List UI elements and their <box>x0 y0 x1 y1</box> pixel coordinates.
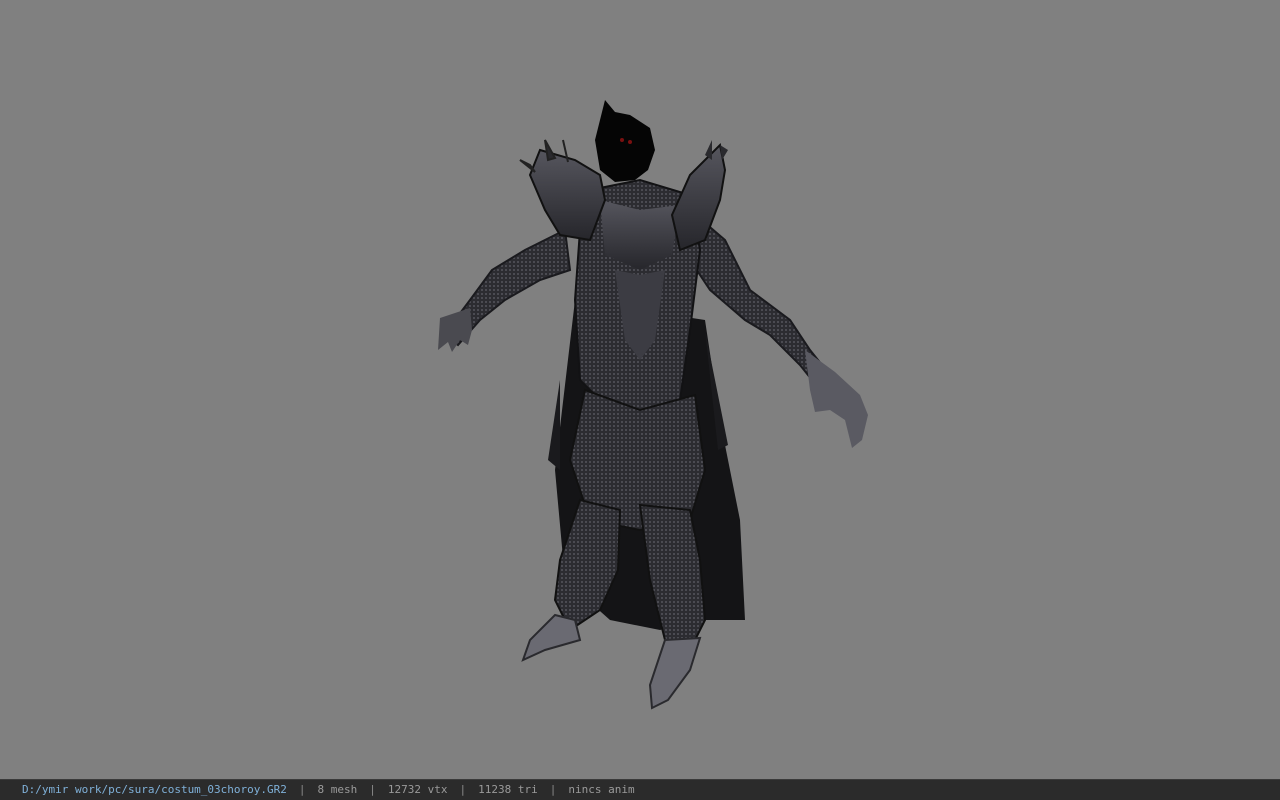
animation-status-label: nincs anim <box>568 783 635 796</box>
3d-viewport[interactable] <box>0 0 1280 779</box>
status-separator: | <box>549 783 557 796</box>
file-path-label: D:/ymir work/pc/sura/costum_03choroy.GR2 <box>22 783 287 796</box>
character-model[interactable] <box>0 0 1280 779</box>
mesh-count-label: 8 mesh <box>317 783 358 796</box>
vertex-count-label: 12732 vtx <box>387 783 448 796</box>
status-separator: | <box>459 783 467 796</box>
status-bar: D:/ymir work/pc/sura/costum_03choroy.GR2… <box>0 779 1280 800</box>
status-separator: | <box>369 783 376 796</box>
triangle-count-label: 11238 tri <box>478 783 538 796</box>
status-separator: | <box>298 783 306 796</box>
